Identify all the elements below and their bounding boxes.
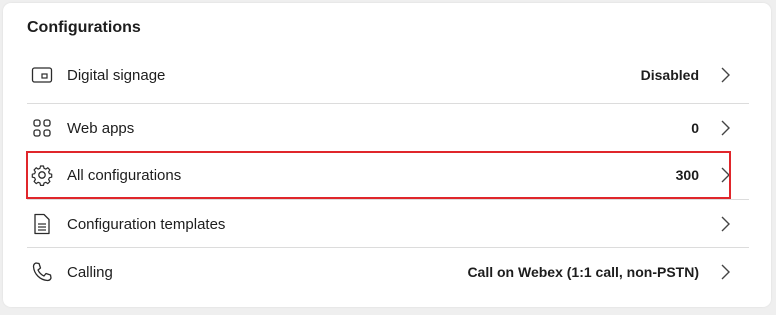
gear-icon (31, 164, 53, 186)
row-label: Calling (67, 263, 113, 281)
row-digital-signage[interactable]: Digital signage Disabled (27, 51, 749, 99)
row-web-apps[interactable]: Web apps 0 (27, 104, 749, 152)
row-label: Web apps (67, 119, 135, 137)
row-label: Digital signage (67, 66, 166, 84)
configurations-card: Configurations Digital signage Disabled … (3, 3, 771, 307)
row-configuration-templates[interactable]: Configuration templates (27, 200, 749, 248)
row-label: All configurations (67, 166, 182, 184)
row-all-configurations[interactable]: All configurations 300 (27, 152, 749, 198)
row-value: 300 (675, 167, 699, 183)
section-title: Configurations (27, 19, 141, 36)
row-value: Call on Webex (1:1 call, non-PSTN) (467, 264, 699, 280)
row-label: Configuration templates (67, 215, 226, 233)
row-value: Disabled (640, 67, 699, 83)
phone-icon (31, 261, 53, 283)
apps-grid-icon (31, 117, 53, 139)
row-calling[interactable]: Calling Call on Webex (1:1 call, non-PST… (27, 248, 749, 296)
chevron-right-icon (721, 120, 730, 136)
chevron-right-icon (721, 67, 730, 83)
chevron-right-icon (721, 167, 730, 183)
document-icon (31, 213, 53, 235)
chevron-right-icon (721, 216, 730, 232)
display-icon (31, 64, 53, 86)
chevron-right-icon (721, 264, 730, 280)
row-value: 0 (691, 120, 699, 136)
